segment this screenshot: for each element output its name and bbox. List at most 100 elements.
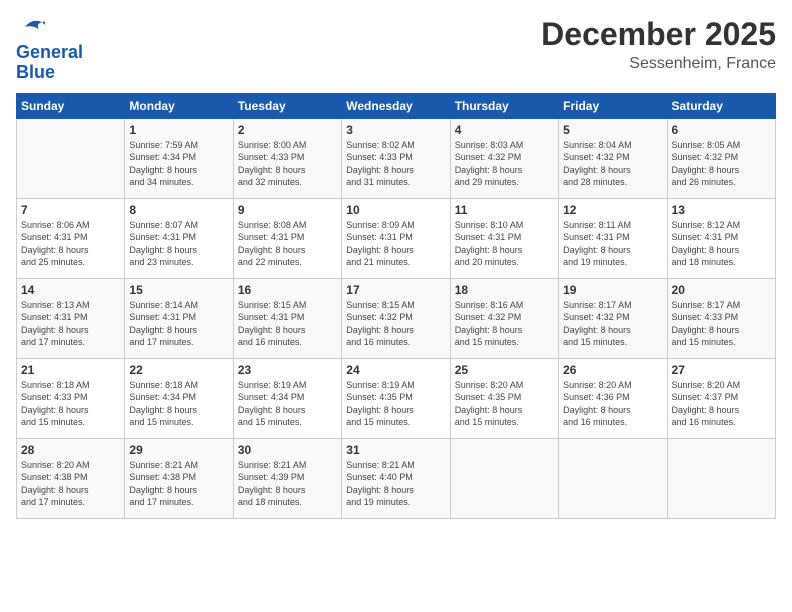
day-info: Sunrise: 8:20 AM Sunset: 4:37 PM Dayligh… [672, 379, 771, 429]
calendar-week-row: 28Sunrise: 8:20 AM Sunset: 4:38 PM Dayli… [17, 438, 776, 518]
calendar-cell: 29Sunrise: 8:21 AM Sunset: 4:38 PM Dayli… [125, 438, 233, 518]
day-number: 13 [672, 203, 771, 217]
calendar-cell: 13 Sunrise: 8:12 AM Sunset: 4:31 PM Dayli… [667, 198, 775, 278]
calendar-cell: 1Sunrise: 7:59 AM Sunset: 4:34 PM Daylig… [125, 118, 233, 198]
day-info: Sunrise: 8:06 AM Sunset: 4:31 PM Dayligh… [21, 219, 120, 269]
day-number: 4 [455, 123, 554, 137]
calendar-cell: 8 Sunrise: 8:07 AM Sunset: 4:31 PM Daylig… [125, 198, 233, 278]
day-info: Sunrise: 8:05 AM Sunset: 4:32 PM Dayligh… [672, 139, 771, 189]
day-info: Sunrise: 8:15 AM Sunset: 4:32 PM Dayligh… [346, 299, 445, 349]
column-header-friday: Friday [559, 93, 667, 118]
day-number: 31 [346, 443, 445, 457]
day-number: 27 [672, 363, 771, 377]
calendar-cell: 18 Sunrise: 8:16 AM Sunset: 4:32 PM Dayli… [450, 278, 558, 358]
calendar-cell: 5 Sunrise: 8:04 AM Sunset: 4:32 PM Daylig… [559, 118, 667, 198]
day-number: 30 [238, 443, 337, 457]
day-info: Sunrise: 8:20 AM Sunset: 4:36 PM Dayligh… [563, 379, 662, 429]
day-info: Sunrise: 8:03 AM Sunset: 4:32 PM Dayligh… [455, 139, 554, 189]
day-number: 8 [129, 203, 228, 217]
calendar-cell: 6 Sunrise: 8:05 AM Sunset: 4:32 PM Daylig… [667, 118, 775, 198]
calendar-cell: 24 Sunrise: 8:19 AM Sunset: 4:35 PM Dayli… [342, 358, 450, 438]
day-number: 24 [346, 363, 445, 377]
day-info: Sunrise: 8:20 AM Sunset: 4:35 PM Dayligh… [455, 379, 554, 429]
day-number: 26 [563, 363, 662, 377]
day-number: 12 [563, 203, 662, 217]
day-info: Sunrise: 8:21 AM Sunset: 4:40 PM Dayligh… [346, 459, 445, 509]
day-info: Sunrise: 8:13 AM Sunset: 4:31 PM Dayligh… [21, 299, 120, 349]
column-header-wednesday: Wednesday [342, 93, 450, 118]
calendar-cell: 9Sunrise: 8:08 AM Sunset: 4:31 PM Daylig… [233, 198, 341, 278]
page-container: General Blue December 2025 Sessenheim, F… [0, 0, 792, 612]
day-number: 7 [21, 203, 120, 217]
column-header-tuesday: Tuesday [233, 93, 341, 118]
day-info: Sunrise: 8:00 AM Sunset: 4:33 PM Dayligh… [238, 139, 337, 189]
day-number: 5 [563, 123, 662, 137]
calendar-cell: 15 Sunrise: 8:14 AM Sunset: 4:31 PM Dayli… [125, 278, 233, 358]
day-info: Sunrise: 8:08 AM Sunset: 4:31 PM Dayligh… [238, 219, 337, 269]
header: General Blue December 2025 Sessenheim, F… [16, 16, 776, 83]
day-info: Sunrise: 8:19 AM Sunset: 4:35 PM Dayligh… [346, 379, 445, 429]
day-number: 16 [238, 283, 337, 297]
day-number: 18 [455, 283, 554, 297]
day-number: 22 [129, 363, 228, 377]
calendar-cell: 11 Sunrise: 8:10 AM Sunset: 4:31 PM Dayli… [450, 198, 558, 278]
day-number: 6 [672, 123, 771, 137]
day-number: 11 [455, 203, 554, 217]
day-info: Sunrise: 8:19 AM Sunset: 4:34 PM Dayligh… [238, 379, 337, 429]
calendar-cell: 2 Sunrise: 8:00 AM Sunset: 4:33 PM Daylig… [233, 118, 341, 198]
calendar-cell: 14 Sunrise: 8:13 AM Sunset: 4:31 PM Dayli… [17, 278, 125, 358]
calendar-week-row: 7 Sunrise: 8:06 AM Sunset: 4:31 PM Daylig… [17, 198, 776, 278]
day-number: 28 [21, 443, 120, 457]
day-number: 14 [21, 283, 120, 297]
day-number: 23 [238, 363, 337, 377]
calendar-cell: 23 Sunrise: 8:19 AM Sunset: 4:34 PM Dayli… [233, 358, 341, 438]
calendar-cell: 7 Sunrise: 8:06 AM Sunset: 4:31 PM Daylig… [17, 198, 125, 278]
month-title: December 2025 [541, 16, 776, 53]
logo: General Blue [16, 16, 83, 83]
location-title: Sessenheim, France [541, 55, 776, 73]
day-info: Sunrise: 8:18 AM Sunset: 4:33 PM Dayligh… [21, 379, 120, 429]
day-info: Sunrise: 8:17 AM Sunset: 4:32 PM Dayligh… [563, 299, 662, 349]
calendar-week-row: 21 Sunrise: 8:18 AM Sunset: 4:33 PM Dayli… [17, 358, 776, 438]
day-info: Sunrise: 8:16 AM Sunset: 4:32 PM Dayligh… [455, 299, 554, 349]
calendar-cell: 4 Sunrise: 8:03 AM Sunset: 4:32 PM Daylig… [450, 118, 558, 198]
column-header-thursday: Thursday [450, 93, 558, 118]
day-number: 21 [21, 363, 120, 377]
calendar-cell [450, 438, 558, 518]
day-info: Sunrise: 8:09 AM Sunset: 4:31 PM Dayligh… [346, 219, 445, 269]
column-header-saturday: Saturday [667, 93, 775, 118]
day-number: 20 [672, 283, 771, 297]
calendar-cell: 3Sunrise: 8:02 AM Sunset: 4:33 PM Daylig… [342, 118, 450, 198]
day-info: Sunrise: 8:04 AM Sunset: 4:32 PM Dayligh… [563, 139, 662, 189]
day-info: Sunrise: 8:10 AM Sunset: 4:31 PM Dayligh… [455, 219, 554, 269]
calendar-cell: 16Sunrise: 8:15 AM Sunset: 4:31 PM Dayli… [233, 278, 341, 358]
day-info: Sunrise: 8:07 AM Sunset: 4:31 PM Dayligh… [129, 219, 228, 269]
calendar-cell: 31 Sunrise: 8:21 AM Sunset: 4:40 PM Dayli… [342, 438, 450, 518]
calendar-cell: 22 Sunrise: 8:18 AM Sunset: 4:34 PM Dayli… [125, 358, 233, 438]
day-number: 15 [129, 283, 228, 297]
day-number: 3 [346, 123, 445, 137]
day-info: Sunrise: 8:12 AM Sunset: 4:31 PM Dayligh… [672, 219, 771, 269]
calendar-week-row: 14 Sunrise: 8:13 AM Sunset: 4:31 PM Dayli… [17, 278, 776, 358]
day-info: Sunrise: 8:18 AM Sunset: 4:34 PM Dayligh… [129, 379, 228, 429]
column-header-monday: Monday [125, 93, 233, 118]
day-info: Sunrise: 8:11 AM Sunset: 4:31 PM Dayligh… [563, 219, 662, 269]
day-number: 2 [238, 123, 337, 137]
calendar-cell: 28Sunrise: 8:20 AM Sunset: 4:38 PM Dayli… [17, 438, 125, 518]
day-info: Sunrise: 8:14 AM Sunset: 4:31 PM Dayligh… [129, 299, 228, 349]
day-number: 19 [563, 283, 662, 297]
logo-line1: General [16, 42, 83, 62]
calendar-cell: 12 Sunrise: 8:11 AM Sunset: 4:31 PM Dayli… [559, 198, 667, 278]
calendar-cell: 19 Sunrise: 8:17 AM Sunset: 4:32 PM Dayli… [559, 278, 667, 358]
logo-text: General Blue [16, 43, 83, 83]
logo-icon [18, 16, 46, 38]
day-number: 1 [129, 123, 228, 137]
calendar-cell [559, 438, 667, 518]
day-number: 29 [129, 443, 228, 457]
day-number: 17 [346, 283, 445, 297]
logo-line2: Blue [16, 62, 55, 82]
day-info: Sunrise: 8:21 AM Sunset: 4:39 PM Dayligh… [238, 459, 337, 509]
title-block: December 2025 Sessenheim, France [541, 16, 776, 73]
calendar-table: SundayMondayTuesdayWednesdayThursdayFrid… [16, 93, 776, 519]
calendar-cell: 20Sunrise: 8:17 AM Sunset: 4:33 PM Dayli… [667, 278, 775, 358]
